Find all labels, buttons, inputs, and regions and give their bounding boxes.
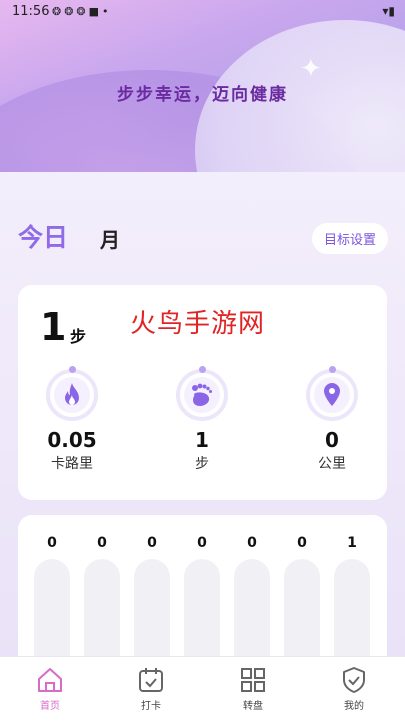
- period-tabs: 今日 月 目标设置: [18, 218, 388, 258]
- weekly-value: 0: [97, 535, 107, 551]
- status-bar: 11:56 ❂❂❂■• ▾▮: [0, 0, 405, 22]
- distance-stat: 0 公里: [292, 366, 372, 473]
- calories-value: 0.05: [47, 428, 97, 452]
- steps-unit: 步: [70, 327, 87, 346]
- shield-check-icon: [343, 667, 365, 693]
- nav-checkin-label: 打卡: [141, 701, 161, 712]
- slogan: 步步幸运，迈向健康: [117, 85, 288, 105]
- nav-profile[interactable]: 我的: [319, 665, 389, 712]
- home-icon: [38, 668, 62, 692]
- weekly-value: 1: [347, 535, 357, 551]
- weekly-value: 0: [297, 535, 307, 551]
- weekly-card: 0 0 0 0 0 0 1: [18, 515, 387, 699]
- weekly-value: 0: [147, 535, 157, 551]
- distance-value: 0: [325, 428, 339, 452]
- bottom-nav: 首页 打卡 转盘 我的: [0, 656, 405, 721]
- goal-settings-button[interactable]: 目标设置: [311, 223, 388, 254]
- nav-profile-label: 我的: [344, 701, 364, 712]
- tab-today[interactable]: 今日: [18, 218, 68, 254]
- steps-stat: 1 步: [162, 366, 242, 473]
- nav-home[interactable]: 首页: [15, 665, 85, 712]
- calories-ring: [46, 366, 98, 421]
- wifi-battery-icons: ▾▮: [382, 4, 395, 18]
- weekly-value: 0: [47, 535, 57, 551]
- tab-month[interactable]: 月: [100, 224, 120, 253]
- calories-label: 卡路里: [51, 456, 93, 472]
- notification-icons: ❂❂❂■•: [52, 5, 112, 18]
- flame-icon: [65, 383, 79, 405]
- steps-stat-value: 1: [195, 428, 209, 452]
- calories-stat: 0.05 卡路里: [32, 366, 112, 473]
- steps-count: 1: [40, 305, 67, 349]
- distance-label: 公里: [318, 456, 346, 472]
- summary-card: 1 步 火鸟手游网 0.05 卡路里 1 步 0 公里: [18, 285, 387, 500]
- weekly-value: 0: [197, 535, 207, 551]
- status-time: 11:56: [12, 4, 50, 19]
- weekly-value: 0: [247, 535, 257, 551]
- nav-wheel-label: 转盘: [243, 701, 263, 712]
- footprint-icon: [192, 383, 212, 406]
- location-pin-icon: [324, 383, 340, 406]
- steps-stat-label: 步: [195, 456, 209, 472]
- watermark-text: 火鸟手游网: [130, 309, 266, 339]
- grid-icon: [241, 668, 265, 692]
- steps-ring: [176, 366, 228, 421]
- nav-checkin[interactable]: 打卡: [116, 665, 186, 712]
- distance-ring: [306, 366, 358, 421]
- calendar-check-icon: [139, 668, 163, 692]
- nav-home-label: 首页: [40, 701, 60, 712]
- nav-wheel[interactable]: 转盘: [218, 665, 288, 712]
